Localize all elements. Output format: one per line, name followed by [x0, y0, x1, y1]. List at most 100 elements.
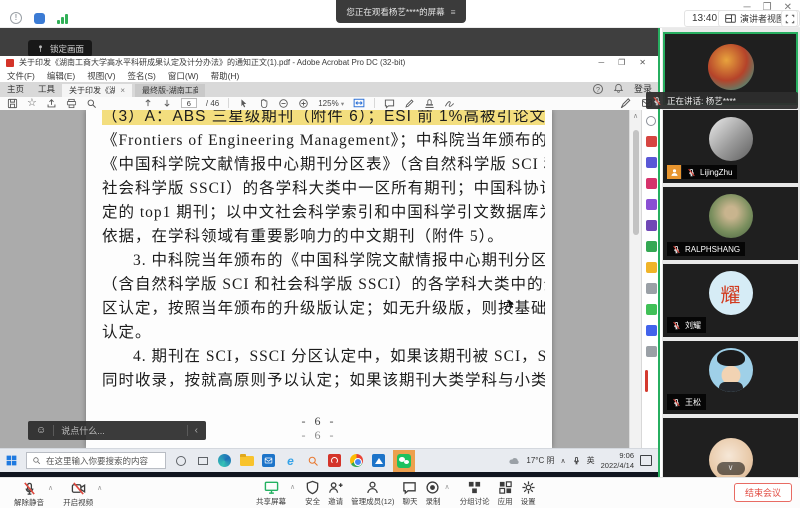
- save-icon[interactable]: [7, 98, 18, 109]
- share-screen-button[interactable]: 共享屏幕: [252, 477, 290, 507]
- document-tab-active[interactable]: 关于印发《湖南工... ×: [62, 84, 133, 97]
- record-options-chevron[interactable]: ∧: [444, 477, 449, 507]
- menu-sign[interactable]: 签名(S): [128, 70, 156, 82]
- participant-tile-more[interactable]: ∨: [663, 418, 798, 477]
- participant-tile-lijingzhu[interactable]: LijingZhu: [663, 110, 798, 183]
- comment-icon[interactable]: [645, 283, 657, 294]
- tab-tools[interactable]: 工具: [31, 81, 62, 98]
- edge-icon[interactable]: [217, 453, 232, 468]
- tab-home[interactable]: 主页: [0, 81, 31, 98]
- create-pdf-icon[interactable]: [645, 157, 657, 168]
- participant-tile-ralphshang[interactable]: RALPHSHANG: [663, 187, 798, 260]
- print-icon[interactable]: [66, 98, 77, 109]
- pencil-tool-icon[interactable]: [404, 98, 415, 109]
- internet-explorer-icon[interactable]: e: [283, 453, 298, 468]
- request-signatures-icon[interactable]: [645, 241, 657, 252]
- zoom-level-dropdown[interactable]: 125% ▾: [318, 99, 344, 108]
- combine-files-icon[interactable]: [645, 178, 657, 189]
- protect-icon[interactable]: [645, 325, 657, 336]
- zoom-out-icon[interactable]: [278, 98, 289, 109]
- send-for-review-icon[interactable]: [645, 304, 657, 315]
- chat-button[interactable]: 聊天: [398, 477, 421, 507]
- tab-close-icon[interactable]: ×: [120, 86, 125, 95]
- previous-page-icon[interactable]: [143, 98, 153, 108]
- tray-mic-icon[interactable]: [572, 456, 581, 465]
- record-button[interactable]: 录制: [421, 477, 444, 507]
- weather-label[interactable]: 17°C 阴: [526, 455, 554, 466]
- fill-sign-icon[interactable]: [444, 98, 455, 109]
- fit-width-icon[interactable]: [353, 97, 365, 109]
- acrobat-taskbar-icon[interactable]: [327, 453, 342, 468]
- everything-search-icon[interactable]: [305, 453, 320, 468]
- fullscreen-button[interactable]: [781, 10, 798, 27]
- find-icon[interactable]: [86, 98, 97, 109]
- scroll-participants-button[interactable]: ∨: [716, 462, 745, 475]
- hand-tool-icon[interactable]: [258, 98, 269, 109]
- document-tab-inactive[interactable]: 最终版-湖南工商...: [135, 84, 206, 97]
- taskbar-search-box[interactable]: 在这里输入你要搜索的内容: [26, 452, 166, 469]
- participant-tile-wangsong[interactable]: 王松: [663, 341, 798, 414]
- comment-tool-icon[interactable]: [384, 98, 395, 109]
- security-button[interactable]: 安全: [301, 477, 324, 507]
- sign-pen-icon[interactable]: [620, 97, 632, 109]
- vertical-scrollbar[interactable]: ∧: [629, 110, 641, 448]
- chat-quick-bar[interactable]: ☺ 说点什么... ‹: [28, 421, 206, 440]
- start-button[interactable]: [4, 453, 19, 468]
- participant-tile-liuyao[interactable]: 耀 刘耀: [663, 264, 798, 337]
- tray-clock[interactable]: 9:06 2022/4/14: [601, 451, 634, 470]
- meeting-info-icon[interactable]: !: [10, 12, 22, 24]
- cortana-icon[interactable]: [173, 453, 188, 468]
- tray-expand-icon[interactable]: ∧: [561, 457, 566, 465]
- export-pdf-icon[interactable]: [645, 136, 657, 147]
- scrollbar-thumb[interactable]: [632, 130, 639, 235]
- panel-scroll-indicator[interactable]: [645, 370, 648, 392]
- pin-screen-button[interactable]: 锁定画面: [28, 40, 93, 57]
- acrobat-minimize-icon[interactable]: ─: [598, 58, 604, 67]
- emoji-icon[interactable]: ☺: [36, 425, 46, 436]
- stamp-icon[interactable]: [645, 262, 657, 273]
- scroll-up-icon[interactable]: ∧: [630, 110, 641, 120]
- menu-window[interactable]: 窗口(W): [168, 70, 199, 82]
- share-options-chevron[interactable]: ∧: [290, 477, 295, 507]
- next-page-icon[interactable]: [162, 98, 172, 108]
- watching-banner[interactable]: 您正在观看杨艺****的屏幕 ≡: [336, 0, 466, 23]
- acrobat-maximize-icon[interactable]: ❐: [618, 58, 625, 67]
- manage-members-button[interactable]: 管理成员(12): [347, 477, 398, 507]
- chrome-icon[interactable]: [349, 453, 364, 468]
- organize-pages-icon[interactable]: [645, 199, 657, 210]
- menu-help[interactable]: 帮助(H): [211, 70, 240, 82]
- select-tool-icon[interactable]: [238, 98, 249, 109]
- mail-icon[interactable]: [261, 453, 276, 468]
- task-view-icon[interactable]: [195, 453, 210, 468]
- notifications-bell-icon[interactable]: [613, 83, 624, 94]
- camera-options-chevron[interactable]: ∧: [97, 478, 102, 492]
- menu-view[interactable]: 视图(V): [87, 70, 115, 82]
- ime-indicator[interactable]: 英: [587, 455, 595, 466]
- banner-menu-icon[interactable]: ≡: [451, 7, 456, 17]
- wechat-icon[interactable]: [393, 449, 415, 472]
- search-tool-icon[interactable]: [646, 116, 656, 126]
- page-number-input[interactable]: 6: [180, 98, 197, 109]
- share-upload-icon[interactable]: [46, 98, 57, 109]
- edit-pdf-icon[interactable]: [645, 220, 657, 231]
- settings-button[interactable]: 设置: [517, 477, 540, 507]
- mic-options-chevron[interactable]: ∧: [48, 478, 53, 492]
- start-video-button[interactable]: 开启视频: [59, 478, 97, 508]
- pdf-document-area[interactable]: （3）A：ABS 三星级期刊（附件 6）；ESI 前 1%高被引论文； 《Fron…: [0, 110, 630, 448]
- apps-button[interactable]: 应用: [494, 477, 517, 507]
- file-explorer-icon[interactable]: [239, 453, 254, 468]
- action-center-icon[interactable]: [640, 455, 652, 466]
- meeting-security-icon[interactable]: [34, 12, 45, 24]
- invite-button[interactable]: 邀请: [324, 477, 347, 507]
- help-icon[interactable]: ?: [592, 83, 603, 94]
- photos-app-icon[interactable]: [371, 453, 386, 468]
- end-meeting-button[interactable]: 结束会议: [733, 483, 792, 502]
- acrobat-close-icon[interactable]: ✕: [639, 58, 646, 67]
- collapse-icon[interactable]: ‹: [195, 425, 198, 436]
- redact-icon[interactable]: [645, 346, 657, 357]
- breakout-rooms-button[interactable]: 分组讨论: [456, 477, 494, 507]
- star-icon[interactable]: ☆: [27, 98, 37, 109]
- chat-input-placeholder[interactable]: 说点什么...: [61, 424, 179, 437]
- unmute-button[interactable]: 解除静音: [10, 478, 48, 508]
- stamp-tool-icon[interactable]: [424, 98, 435, 109]
